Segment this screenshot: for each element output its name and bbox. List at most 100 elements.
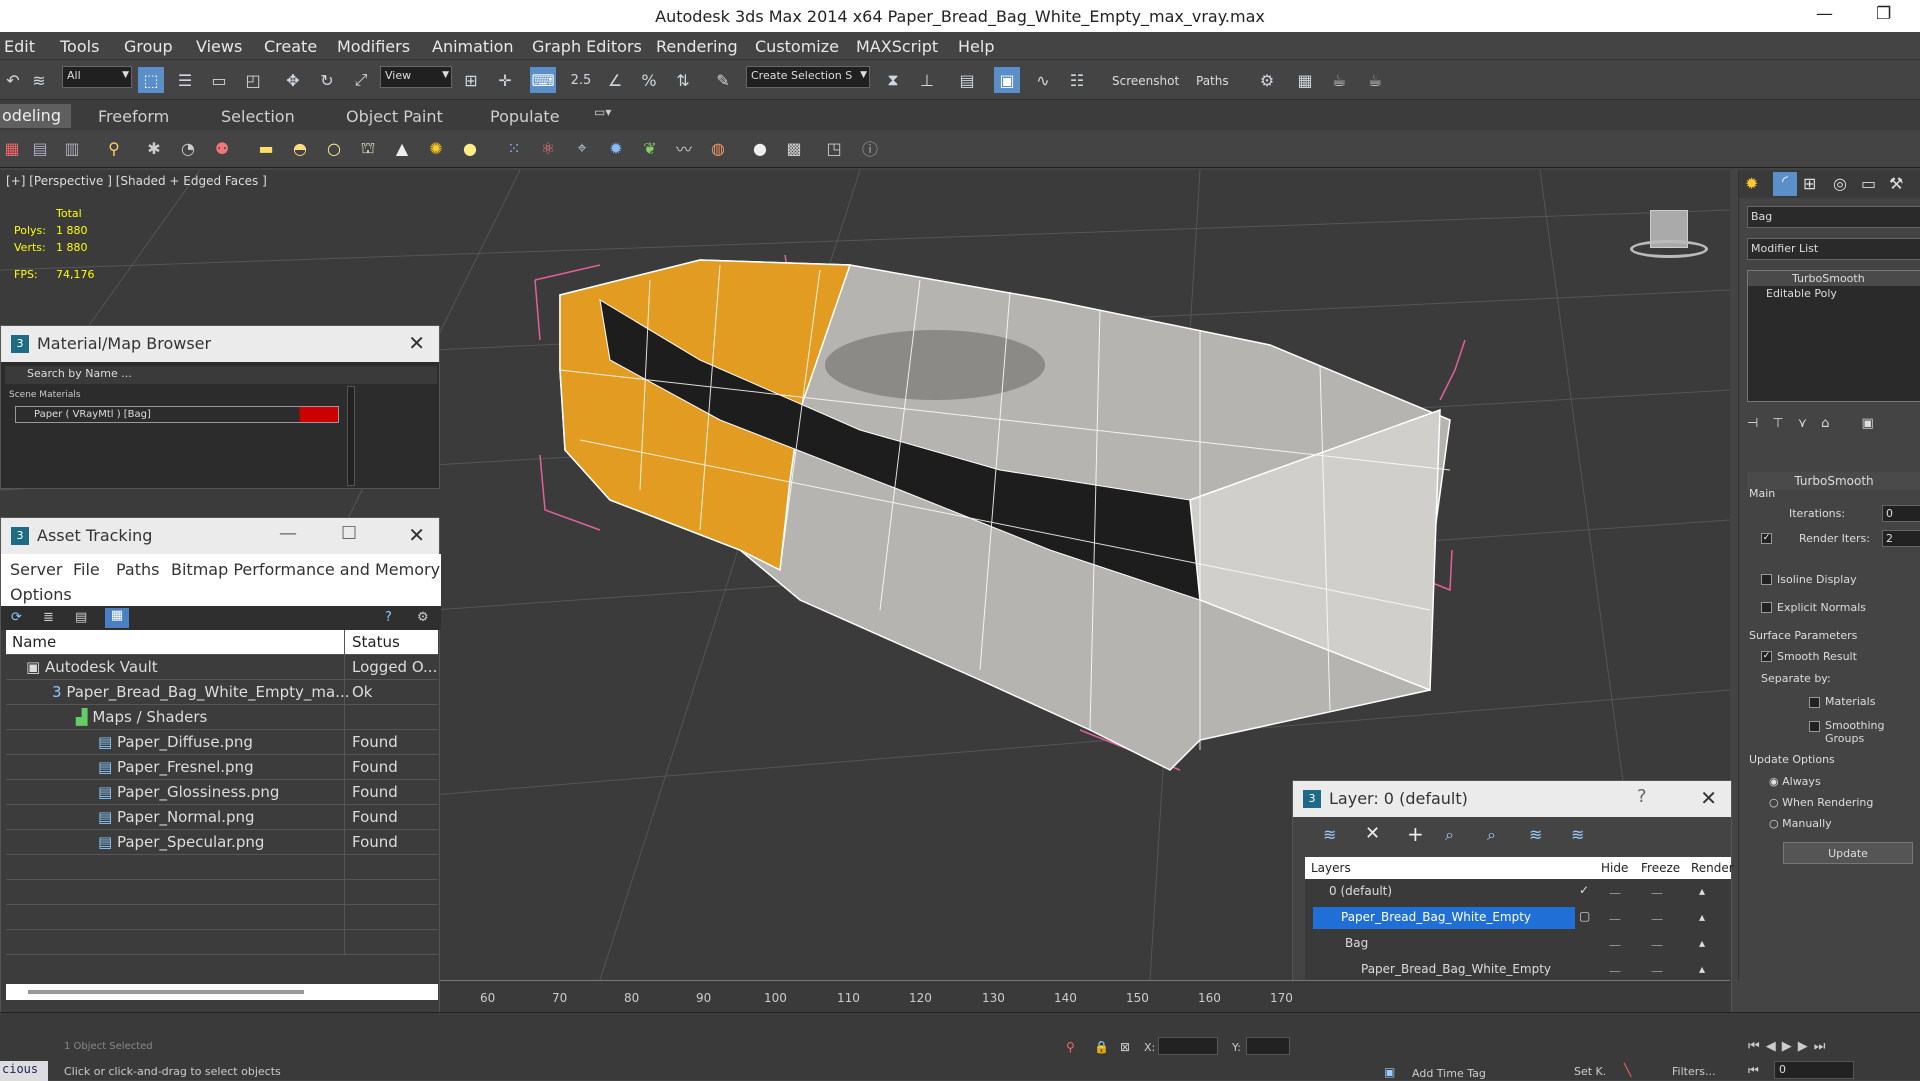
render-icon[interactable]: ▴ <box>1699 884 1705 898</box>
snap-toggle-icon[interactable]: 2.5 <box>568 67 594 93</box>
menu-maxscript[interactable]: MAXScript <box>856 37 938 56</box>
maximize-button[interactable]: ❐ <box>1876 4 1891 24</box>
menu-options[interactable]: Options <box>10 585 72 604</box>
biped-icon[interactable]: ◔ <box>176 136 200 160</box>
render-iterative-icon[interactable]: ☕ <box>1362 67 1388 93</box>
render-icon[interactable]: ▴ <box>1699 962 1705 976</box>
col-freeze[interactable]: Freeze <box>1641 861 1680 875</box>
lock-icon[interactable]: 🔒 <box>1094 1040 1109 1054</box>
menu-create[interactable]: Create <box>264 37 317 56</box>
maxscript-listener[interactable]: cious <box>0 1061 48 1081</box>
named-selection-dropdown[interactable]: Create Selection S <box>746 66 870 88</box>
create-tab-icon[interactable]: ✹ <box>1745 174 1758 193</box>
plant-icon[interactable]: ❦ <box>638 136 662 160</box>
always-radio[interactable]: ◉ Always <box>1769 775 1821 788</box>
help-button[interactable]: ? <box>1637 786 1647 807</box>
set-key-button[interactable]: Set K. <box>1574 1065 1606 1078</box>
layer-row[interactable]: Paper_Bread_Bag_White_Empty ▢ — — ▴ <box>1305 905 1731 931</box>
render-production-icon[interactable]: ☕ <box>1326 67 1352 93</box>
current-frame-input[interactable]: 0 <box>1774 1061 1854 1079</box>
minimize-icon[interactable]: — <box>279 523 297 544</box>
stack-item-turbosmooth[interactable]: TurboSmooth <box>1748 271 1920 286</box>
col-hide[interactable]: Hide <box>1601 861 1628 875</box>
tripod-icon[interactable]: ⌖ <box>570 136 594 160</box>
dummy-icon[interactable]: ⚉ <box>210 136 234 160</box>
maximize-icon[interactable]: ☐ <box>341 523 357 544</box>
viewport-label[interactable]: [+] [Perspective ] [Shaded + Edged Faces… <box>6 174 267 188</box>
pivot-icon[interactable]: ⊞ <box>458 67 484 93</box>
render-iters-checkbox[interactable]: ✓ <box>1761 533 1772 544</box>
table-row[interactable]: ▤ Paper_Normal.png Found <box>6 805 438 830</box>
hide-all-icon[interactable]: ≋ <box>1529 825 1542 844</box>
dome-icon[interactable]: ◓ <box>288 136 312 160</box>
rotate-icon[interactable]: ↻ <box>314 67 340 93</box>
highlight-layer-icon[interactable]: ⌕ <box>1487 825 1496 845</box>
plane-icon[interactable]: ▬ <box>254 136 278 160</box>
timeline[interactable]: 60 70 80 90 100 110 120 130 140 150 160 … <box>440 980 1730 1012</box>
viewcube-icon[interactable] <box>1630 210 1710 260</box>
curve-editor-icon[interactable]: ∿ <box>1030 67 1056 93</box>
keyboard-shortcut-icon[interactable]: ⌨ <box>530 67 556 93</box>
light-icon[interactable]: ⚲ <box>102 136 126 160</box>
reference-coordinate-dropdown[interactable]: View <box>380 66 452 88</box>
display-tab-icon[interactable]: ▭ <box>1861 174 1876 193</box>
add-to-layer-icon[interactable]: + <box>1407 822 1424 846</box>
current-layer-check-icon[interactable]: ✓ <box>1579 883 1589 897</box>
select-objects-icon[interactable]: ⌕ <box>1445 825 1454 845</box>
smoothing-groups-checkbox[interactable] <box>1809 721 1820 732</box>
menu-bitmap-performance[interactable]: Bitmap Performance and Memory <box>171 560 440 579</box>
table-icon[interactable]: ▤ <box>28 136 52 160</box>
menu-server[interactable]: Server <box>10 560 62 579</box>
undo-icon[interactable]: ↶ <box>0 67 26 93</box>
menu-views[interactable]: Views <box>196 37 242 56</box>
link-icon[interactable]: ≋ <box>26 67 52 93</box>
cone-icon[interactable]: ▲ <box>390 136 414 160</box>
material-item[interactable]: Paper ( VRayMtl ) [Bag] <box>15 406 339 423</box>
spreadsheet-icon[interactable]: ▥ <box>60 136 84 160</box>
bones-icon[interactable]: ✱ <box>142 136 166 160</box>
menu-tools[interactable]: Tools <box>60 37 99 56</box>
modifier-list-dropdown[interactable]: Modifier List <box>1747 238 1920 260</box>
absolute-mode-icon[interactable]: ⊠ <box>1120 1040 1130 1054</box>
stack-tools[interactable]: ⊣⊤⋎⌂ ▣ <box>1747 416 1888 431</box>
selection-filter-dropdown[interactable]: All <box>62 66 132 88</box>
menu-help[interactable]: Help <box>958 37 994 56</box>
y-coordinate-input[interactable] <box>1246 1037 1290 1055</box>
sphere-light-icon[interactable]: ○ <box>322 136 346 160</box>
iterations-input[interactable]: 0 <box>1882 505 1920 522</box>
rect-selection-icon[interactable]: ▭ <box>206 67 232 93</box>
refresh-icon[interactable]: ⟳ <box>11 610 22 625</box>
material-scrollbar[interactable] <box>347 386 355 486</box>
object-name-input[interactable]: Bag <box>1747 206 1920 228</box>
mirror-icon[interactable]: ⧗ <box>880 67 906 93</box>
when-rendering-radio[interactable]: ○ When Rendering <box>1769 796 1873 809</box>
material-sphere-icon[interactable]: ● <box>748 136 772 160</box>
col-render[interactable]: Render <box>1691 861 1734 875</box>
tab-selection[interactable]: Selection <box>221 107 295 126</box>
table-row[interactable]: ▣ Autodesk Vault Logged O... <box>6 655 438 680</box>
utilities-tab-icon[interactable]: ⚒ <box>1889 174 1903 193</box>
isoline-checkbox[interactable] <box>1761 574 1772 585</box>
key-mode-toggle-icon[interactable]: ⏮ <box>1748 1063 1759 1078</box>
tab-object-paint[interactable]: Object Paint <box>346 107 443 126</box>
select-manipulate-icon[interactable]: ✛ <box>492 67 518 93</box>
close-icon[interactable]: ✕ <box>408 331 425 355</box>
particles-icon[interactable]: ⁙ <box>502 136 526 160</box>
rendered-frame-icon[interactable]: ▦ <box>1292 67 1318 93</box>
time-tag-icon[interactable]: ▣ <box>1384 1065 1395 1079</box>
menu-file[interactable]: File <box>73 560 100 579</box>
select-object-icon[interactable]: ⬚ <box>138 67 164 93</box>
menu-group[interactable]: Group <box>124 37 173 56</box>
help-icon[interactable]: ? <box>385 610 392 625</box>
key-mode-icon[interactable]: ╲ <box>1624 1063 1631 1077</box>
settings-icon[interactable]: ⚙ <box>417 610 429 625</box>
stack-item-editable-poly[interactable]: Editable Poly <box>1748 286 1920 301</box>
table-row[interactable]: ▤ Paper_Glossiness.png Found <box>6 780 438 805</box>
close-icon[interactable]: ✕ <box>1700 786 1717 810</box>
set-current-icon[interactable]: ▢ <box>1579 909 1590 923</box>
ribbon-options-icon[interactable]: ▭▾ <box>594 105 611 119</box>
table-row[interactable]: ▟ Maps / Shaders <box>6 705 438 730</box>
close-icon[interactable]: ✕ <box>408 523 425 547</box>
scene-materials-header[interactable]: Scene Materials <box>9 390 81 400</box>
material-search-input[interactable]: Search by Name ... <box>5 366 437 384</box>
